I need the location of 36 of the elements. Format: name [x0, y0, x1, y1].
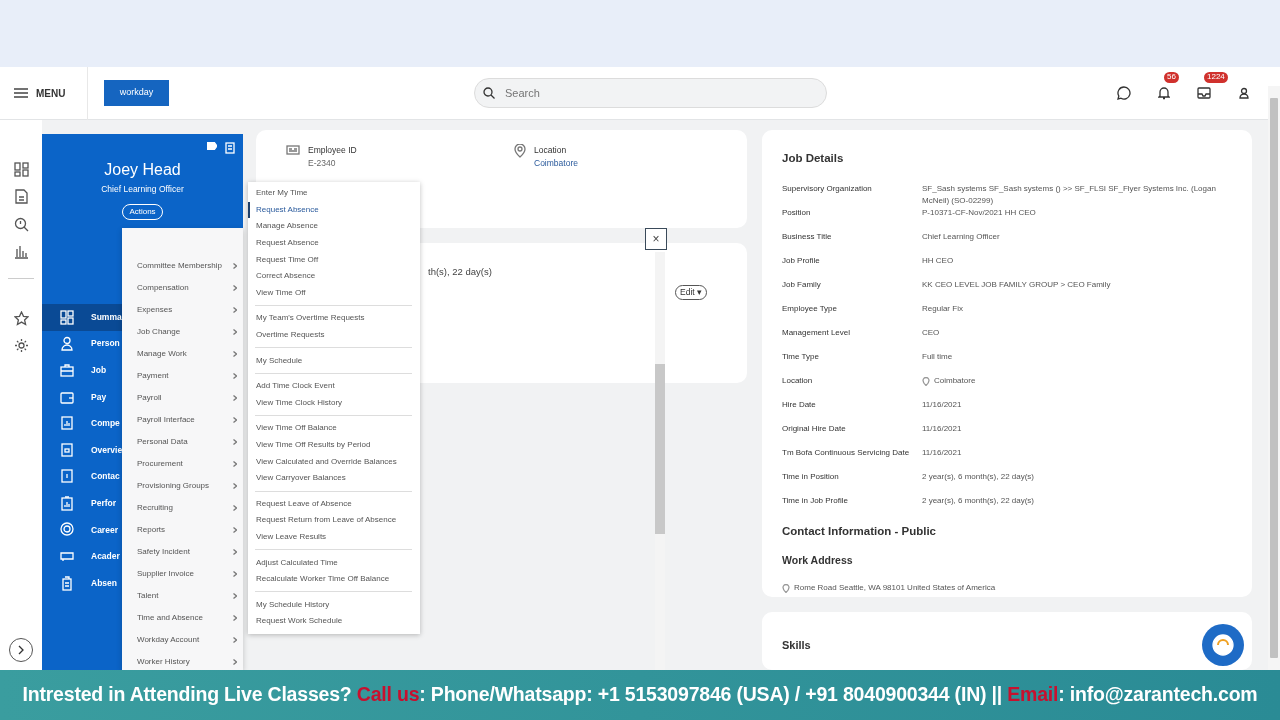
- field-value: 11/16/2021: [922, 423, 962, 436]
- field-value: 11/16/2021: [922, 447, 962, 460]
- field-label: Employee Type: [782, 303, 838, 316]
- field-label: Original Hire Date: [782, 423, 847, 436]
- field-label: Time Type: [782, 351, 820, 364]
- field-value: 11/16/2021: [922, 399, 962, 412]
- job-title: Chief Learning Officer: [100, 183, 185, 196]
- field-value: 2 year(s), 6 month(s), 22 day(s): [922, 471, 1035, 484]
- inbox-badge: 1224: [1204, 72, 1228, 83]
- section-title: Skills: [782, 637, 811, 653]
- field-label: Tm Bofa Continuous Servicing Date: [782, 447, 911, 460]
- field-label: Management Level: [782, 327, 852, 340]
- notification-badge: 56: [1164, 72, 1179, 83]
- link-text: Coimbatore: [934, 376, 976, 386]
- field-value: 2 year(s), 6 month(s), 22 day(s): [922, 495, 1035, 508]
- field-value: KK CEO LEVEL JOB FAMILY GROUP > CEO Family: [922, 279, 1111, 292]
- section-title: Contact Information - Public: [782, 524, 937, 540]
- promo-banner-text: Intrested in Attending Live Classes? Call us: Phone/Whatsapp: +1 5153097846 (USA) / +91 8040900344 (IN) || Email: info@zarantech.com: [22, 682, 1258, 708]
- field-label: Business Title: [782, 231, 833, 244]
- person-name: Joey Head: [103, 160, 182, 180]
- field-label: Position: [782, 207, 812, 220]
- field-label: Job Family: [782, 279, 822, 292]
- field-label: Location: [782, 375, 814, 388]
- field-value: E-2340: [308, 156, 337, 170]
- field-label: Supervisory Organization: [782, 183, 873, 196]
- field-label: Hire Date: [782, 399, 817, 412]
- section-title: Job Details: [782, 151, 845, 166]
- field-label: Employee ID: [308, 144, 357, 157]
- field-label: Time in Job Profile: [782, 495, 849, 508]
- field-label: Time in Position: [782, 471, 840, 484]
- field-value: Full time: [922, 351, 953, 364]
- field-label: Job Profile: [782, 255, 821, 268]
- field-label: Location: [534, 144, 568, 157]
- time-value: th(s), 22 day(s): [428, 265, 492, 279]
- subsection-title: Work Address: [782, 552, 854, 568]
- field-value: Chief Learning Officer: [922, 231, 1000, 244]
